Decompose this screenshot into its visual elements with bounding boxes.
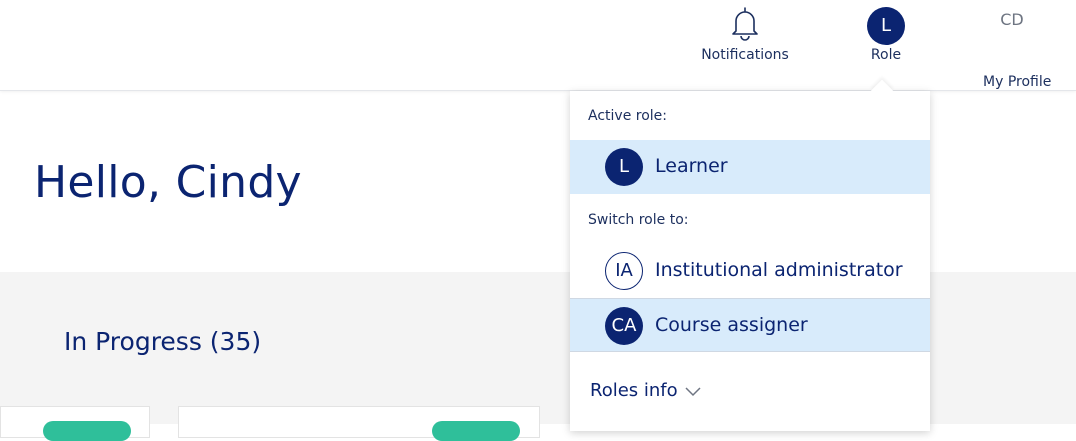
role-avatar-ca: CA <box>605 307 643 345</box>
roles-info-toggle[interactable]: Roles info <box>590 380 702 401</box>
active-role-heading: Active role: <box>588 108 667 124</box>
role-switcher-menu: Active role: L Learner Switch role to: I… <box>570 91 930 431</box>
role-option-label: Course assigner <box>655 314 808 336</box>
role-option-course-assigner[interactable]: CA Course assigner <box>570 298 930 352</box>
notifications-label: Notifications <box>701 47 789 63</box>
role-option-label: Institutional administrator <box>655 259 903 281</box>
page-title: Hello, Cindy <box>34 157 302 208</box>
roles-info-label: Roles info <box>590 380 678 401</box>
role-option-learner[interactable]: L Learner <box>570 140 930 194</box>
bell-icon <box>732 7 758 41</box>
role-avatar: L <box>867 7 905 45</box>
course-card[interactable] <box>0 406 150 441</box>
role-avatar-learner: L <box>605 148 643 186</box>
role-option-label: Learner <box>655 155 728 177</box>
profile-avatar[interactable]: CD <box>992 10 1032 29</box>
notifications-button[interactable]: Notifications <box>700 5 790 63</box>
role-label: Role <box>870 47 902 63</box>
switch-role-heading: Switch role to: <box>588 212 689 228</box>
role-option-institutional-administrator[interactable]: IA Institutional administrator <box>570 244 930 298</box>
status-badge <box>43 421 131 441</box>
status-badge <box>432 421 520 441</box>
role-button[interactable]: L Role <box>856 7 916 63</box>
course-card[interactable] <box>178 406 540 441</box>
top-nav-bar: Notifications L Role CD <box>0 0 1076 91</box>
in-progress-heading: In Progress (35) <box>64 327 262 356</box>
chevron-down-icon <box>685 386 701 396</box>
my-profile-link[interactable]: My Profile <box>983 74 1051 90</box>
role-avatar-ia: IA <box>605 252 643 290</box>
